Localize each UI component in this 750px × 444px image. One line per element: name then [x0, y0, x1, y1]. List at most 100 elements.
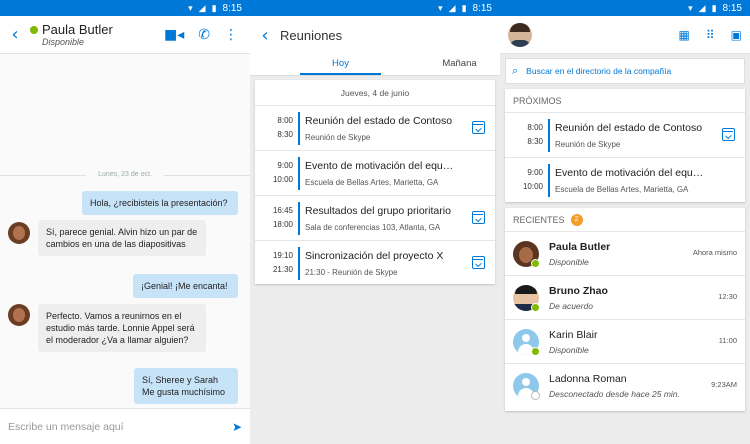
status-bar: ▾ ◢ ▮ 8:15: [500, 0, 750, 16]
recent-label: RECIENTES: [513, 214, 565, 225]
back-arrow-icon[interactable]: ‹: [250, 25, 280, 46]
calendar-icon[interactable]: ▦: [679, 28, 690, 42]
meeting-end: 18:00: [272, 220, 293, 229]
presence-available-icon: [30, 25, 38, 34]
meeting-location: Reunión de Skype: [555, 140, 621, 149]
meeting-accent-bar: [298, 202, 300, 235]
contact-status: Desconectado desde hace 25 min.: [549, 389, 680, 399]
join-meeting-icon[interactable]: [472, 256, 485, 269]
meeting-location: Escuela de Bellas Artes, Marietta, GA: [555, 185, 689, 194]
recent-count-badge: 2: [570, 213, 583, 226]
meeting-item[interactable]: 8:00 8:30 Reunión del estado de Contoso R…: [505, 113, 745, 158]
message-bubble-incoming[interactable]: Perfecto. Vamos a reunirnos en el estudi…: [38, 304, 206, 352]
meeting-start: 16:45: [272, 206, 293, 215]
home-header: ▦ ⠿ ▣: [500, 16, 750, 54]
dialpad-icon[interactable]: ⠿: [706, 28, 715, 42]
join-meeting-icon[interactable]: [472, 211, 485, 224]
meeting-title: Reunión del estado de Contoso: [555, 122, 703, 134]
meeting-title: Reunión del estado de Contoso: [305, 115, 453, 127]
wifi-icon: ▾: [688, 2, 693, 13]
meeting-accent-bar: [548, 164, 550, 197]
battery-icon: ▮: [711, 2, 717, 13]
upcoming-card: PRÓXIMOS 8:00 8:30 Reunión del estado de …: [505, 89, 745, 202]
meeting-location: 21:30 - Reunión de Skype: [305, 268, 398, 277]
wifi-icon: ▾: [188, 2, 193, 13]
my-avatar[interactable]: [508, 22, 532, 47]
meeting-start: 8:00: [527, 123, 543, 132]
home-panel: ▾ ◢ ▮ 8:15 ▦ ⠿ ▣ ⌕ Buscar en el director…: [500, 0, 750, 444]
paula-avatar[interactable]: [8, 222, 30, 244]
signal-icon: ◢: [448, 2, 456, 13]
contact-name: Karin Blair: [549, 329, 598, 341]
battery-icon: ▮: [211, 2, 217, 13]
meeting-accent-bar: [298, 112, 300, 145]
contacts-icon[interactable]: ▣: [731, 28, 742, 42]
join-meeting-icon[interactable]: [472, 121, 485, 134]
message-composer[interactable]: Escribe un mensaje aquí ➤: [0, 408, 250, 444]
status-time: 8:15: [722, 2, 742, 14]
date-separator: Lunes, 23 de oct.: [0, 171, 250, 178]
message-input[interactable]: Escribe un mensaje aquí: [8, 421, 232, 433]
meeting-item[interactable]: 9:00 10:00 Evento de motivación del equip…: [255, 151, 495, 196]
message-bubble-outgoing[interactable]: Hola, ¿recibisteis la presentación?: [82, 191, 238, 215]
directory-search[interactable]: ⌕ Buscar en el directorio de la compañía: [505, 58, 745, 84]
meeting-start: 9:00: [527, 168, 543, 177]
send-icon[interactable]: ➤: [232, 420, 242, 434]
recent-contact[interactable]: Bruno Zhao De acuerdo 12:30: [505, 276, 745, 320]
meeting-location: Escuela de Bellas Artes, Marietta, GA: [305, 178, 439, 187]
video-call-icon[interactable]: ■◂: [164, 27, 184, 43]
meeting-end: 8:30: [527, 137, 543, 146]
status-time: 8:15: [222, 2, 242, 14]
recent-contact[interactable]: Karin Blair Disponible 11:00: [505, 320, 745, 364]
meeting-item[interactable]: 9:00 10:00 Evento de motivación del equip…: [505, 158, 745, 203]
tab-today[interactable]: Hoy: [300, 54, 381, 75]
contact-name: Paula Butler: [549, 241, 611, 253]
recent-header: RECIENTES 2: [505, 208, 745, 232]
contact-name: Bruno Zhao: [549, 285, 608, 297]
join-meeting-icon[interactable]: [722, 128, 735, 141]
page-title: Reuniones: [280, 27, 343, 43]
meeting-start: 19:10: [272, 251, 293, 260]
search-input[interactable]: Buscar en el directorio de la compañía: [526, 66, 671, 76]
battery-icon: ▮: [461, 2, 467, 13]
message-bubble-outgoing[interactable]: ¡Genial! ¡Me encanta!: [133, 274, 238, 298]
meeting-item[interactable]: 19:10 21:30 Sincronización del proyecto X…: [255, 241, 495, 286]
meeting-accent-bar: [548, 119, 550, 152]
recent-contact[interactable]: Paula Butler Disponible Ahora mismo: [505, 232, 745, 276]
conversation[interactable]: Lunes, 23 de oct. Hola, ¿recibisteis la …: [0, 54, 250, 408]
contact-status: De acuerdo: [549, 301, 593, 311]
contact-time: Ahora mismo: [692, 248, 737, 257]
meeting-location: Sala de conferencias 103, Atlanta, GA: [305, 223, 441, 232]
presence-available-icon: [531, 303, 540, 312]
paula-avatar[interactable]: [8, 304, 30, 326]
recent-contact[interactable]: Ladonna Roman Desconectado desde hace 25…: [505, 364, 745, 408]
recent-card: RECIENTES 2 Paula Butler Disponible Ahor…: [505, 208, 745, 411]
status-bar: ▾ ◢ ▮ 8:15: [250, 0, 500, 16]
meeting-item[interactable]: 16:45 18:00 Resultados del grupo priorita…: [255, 196, 495, 241]
meeting-start: 9:00: [277, 161, 293, 170]
message-bubble-incoming[interactable]: Sí, parece genial. Alvin hizo un par de …: [38, 220, 206, 256]
chat-header: ‹ Paula Butler Disponible ■◂ ✆ ⋮: [0, 16, 250, 54]
tab-tomorrow[interactable]: Mañana: [419, 54, 500, 75]
phone-call-icon[interactable]: ✆: [198, 27, 210, 43]
meeting-title: Resultados del grupo prioritario: [305, 205, 451, 217]
meeting-accent-bar: [298, 157, 300, 190]
upcoming-header: PRÓXIMOS: [505, 89, 745, 113]
meeting-end: 21:30: [272, 265, 293, 274]
back-arrow-icon[interactable]: ‹: [0, 24, 30, 45]
meeting-end: 8:30: [277, 130, 293, 139]
contact-time: 12:30: [718, 292, 737, 301]
wifi-icon: ▾: [438, 2, 443, 13]
more-options-icon[interactable]: ⋮: [224, 27, 238, 43]
contact-status: Disponible: [549, 257, 589, 267]
meeting-title: Evento de motivación del equipo: [555, 167, 705, 179]
meeting-end: 10:00: [522, 182, 543, 191]
day-tabs: Hoy Mañana: [250, 54, 500, 76]
meeting-title: Sincronización del proyecto X: [305, 250, 444, 262]
day-header: Jueves, 4 de junio: [255, 80, 495, 106]
meeting-item[interactable]: 8:00 8:30 Reunión del estado de Contoso R…: [255, 106, 495, 151]
chat-title[interactable]: Paula Butler Disponible: [30, 22, 164, 47]
meeting-title: Evento de motivación del equipo: [305, 160, 455, 172]
chat-panel: ▾ ◢ ▮ 8:15 ‹ Paula Butler Disponible ■◂ …: [0, 0, 250, 444]
message-bubble-outgoing[interactable]: Sí, Sheree y Sarah Me gusta muchísimo: [134, 368, 238, 404]
